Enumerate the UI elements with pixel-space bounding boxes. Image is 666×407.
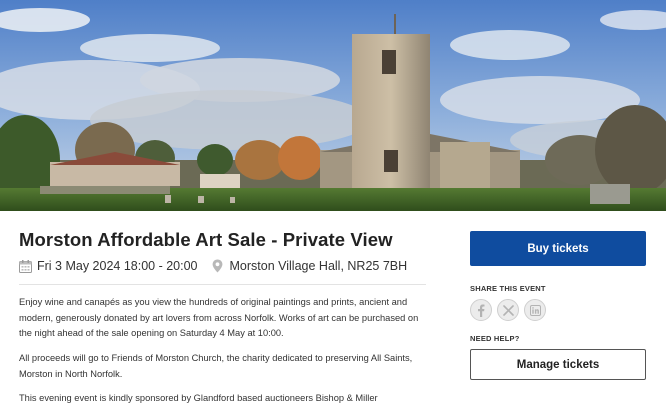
event-details: Morston Affordable Art Sale - Private Vi… bbox=[0, 211, 666, 407]
manage-tickets-button[interactable]: Manage tickets bbox=[470, 349, 646, 380]
location-pin-icon bbox=[212, 259, 223, 273]
calendar-icon bbox=[19, 259, 32, 273]
x-icon[interactable] bbox=[497, 299, 519, 321]
event-title: Morston Affordable Art Sale - Private Vi… bbox=[19, 229, 393, 250]
facebook-icon[interactable] bbox=[470, 299, 492, 321]
event-description-paragraph: Enjoy wine and canapés as you view the h… bbox=[19, 297, 419, 338]
need-help-label: NEED HELP? bbox=[470, 334, 520, 343]
share-buttons bbox=[470, 299, 546, 321]
buy-tickets-button[interactable]: Buy tickets bbox=[470, 231, 646, 266]
event-description-paragraph: All proceeds will go to Friends of Morst… bbox=[19, 353, 413, 379]
event-date: Fri 3 May 2024 18:00 - 20:00 bbox=[37, 259, 198, 273]
event-venue: Morston Village Hall, NR25 7BH bbox=[229, 259, 408, 273]
event-hero-image bbox=[0, 0, 666, 211]
share-label: SHARE THIS EVENT bbox=[470, 284, 546, 293]
event-meta: Fri 3 May 2024 18:00 - 20:00 Morston Vil… bbox=[19, 257, 407, 275]
event-description-paragraph: This evening event is kindly sponsored b… bbox=[19, 393, 378, 403]
linkedin-icon[interactable] bbox=[524, 299, 546, 321]
divider bbox=[19, 284, 426, 285]
